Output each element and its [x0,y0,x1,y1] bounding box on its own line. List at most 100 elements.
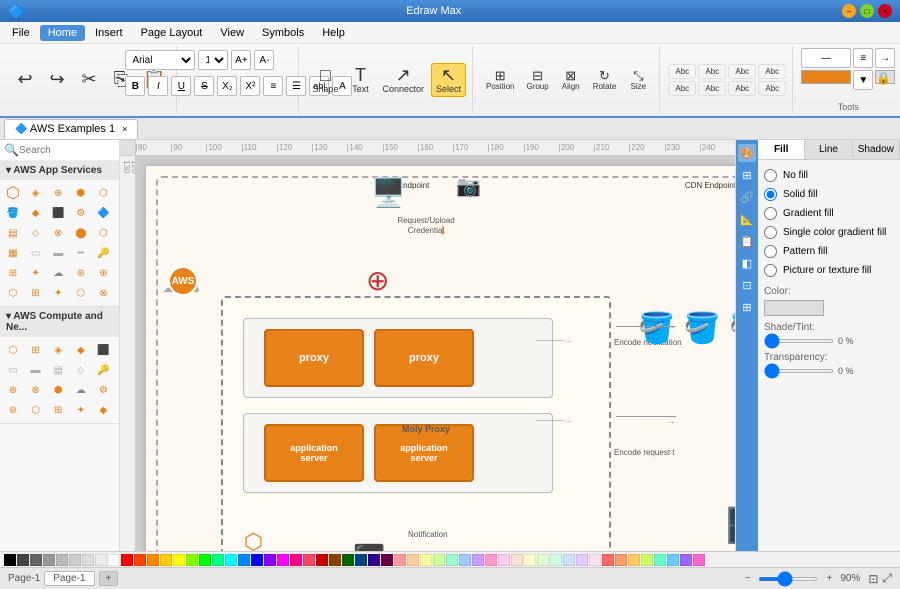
position-button[interactable]: ⊞ Position [481,66,519,94]
panel-icon-6[interactable]: ◧ [738,254,756,272]
shape-item[interactable]: ⬡ [94,224,112,242]
color-cell[interactable] [303,554,315,566]
option-solid-fill[interactable]: Solid fill [764,185,894,204]
shape-item[interactable]: ☁ [72,381,90,399]
shape-item[interactable]: ◈ [49,341,67,359]
font-select[interactable]: Arial [125,50,195,70]
full-screen-btn[interactable]: ⤢ [882,571,892,586]
fit-page-btn[interactable]: ⊡ [868,572,878,586]
shape-item[interactable]: ⬦ [27,224,45,242]
menu-file[interactable]: File [4,25,38,41]
color-cell[interactable] [589,554,601,566]
option-gradient-fill[interactable]: Gradient fill [764,204,894,223]
shape-item[interactable]: ⬦ [72,361,90,379]
shape-item[interactable]: ⬛ [94,341,112,359]
shape-item[interactable]: ⊕ [94,264,112,282]
color-cell[interactable] [524,554,536,566]
panel-icon-8[interactable]: ⊞ [738,298,756,316]
shape-item[interactable]: ◆ [72,341,90,359]
color-cell[interactable] [17,554,29,566]
color-cell[interactable] [290,554,302,566]
color-cell[interactable] [199,554,211,566]
color-cell[interactable] [186,554,198,566]
color-cell[interactable] [680,554,692,566]
style-abc-4[interactable]: Abc [758,64,786,79]
shape-item[interactable]: ⬡ [4,341,22,359]
panel-icon-7[interactable]: ⊡ [738,276,756,294]
panel-icon-5[interactable]: 📋 [738,232,756,250]
proxy-box-1[interactable]: proxy [264,329,364,387]
color-cell[interactable] [446,554,458,566]
cut-button[interactable]: ✂ [74,67,104,91]
strikethrough-button[interactable]: S [194,76,214,96]
panel-icon-4[interactable]: 📐 [738,210,756,228]
shape-item[interactable]: ◈ [27,184,45,202]
color-cell[interactable] [628,554,640,566]
color-cell[interactable] [381,554,393,566]
tab-shadow[interactable]: Shadow [853,140,900,159]
fill-color-btn[interactable]: ▼ [853,70,873,90]
shape-item[interactable]: ⊕ [4,381,22,399]
menu-symbols[interactable]: Symbols [254,25,312,41]
shape-item[interactable]: 🪣 [4,204,22,222]
shape-item[interactable]: ☁ [49,264,67,282]
panel-icon-3[interactable]: 🔗 [738,188,756,206]
underline-button[interactable]: U [171,76,191,96]
color-cell[interactable] [433,554,445,566]
zoom-out-btn[interactable]: − [741,573,755,584]
shape-item[interactable]: ✦ [49,284,67,302]
line-style-btn[interactable]: ― [801,48,851,68]
arrow-style-btn[interactable]: → [875,48,895,68]
color-cell[interactable] [602,554,614,566]
option-no-fill[interactable]: No fill [764,166,894,185]
fill-color-swatch[interactable] [801,70,851,84]
shape-item[interactable]: ⊛ [4,401,22,419]
lock-btn[interactable]: 🔒 [875,70,895,84]
menu-home[interactable]: Home [40,25,85,41]
fontsize-select[interactable]: 10 [198,50,228,70]
shape-item[interactable]: ━ [72,244,90,262]
color-cell[interactable] [329,554,341,566]
app-server-1[interactable]: application server [264,424,364,482]
color-cell[interactable] [472,554,484,566]
list-button[interactable]: ≡ [263,76,283,96]
shape-item[interactable]: ⚙ [94,381,112,399]
style-abc-1[interactable]: Abc [668,64,696,79]
shape-item[interactable]: ▬ [49,244,67,262]
color-cell[interactable] [277,554,289,566]
color-cell[interactable] [69,554,81,566]
color-cell[interactable] [134,554,146,566]
color-cell[interactable] [407,554,419,566]
color-cell[interactable] [537,554,549,566]
canvas-scroll[interactable]: AWS cloud contents API Endpoint 🖥️ 📷 Req… [136,156,735,551]
color-cell[interactable] [147,554,159,566]
color-cell[interactable] [667,554,679,566]
shape-item[interactable]: ⊗ [27,381,45,399]
color-cell[interactable] [121,554,133,566]
shape-item[interactable]: ⬛ [49,204,67,222]
color-cell[interactable] [4,554,16,566]
color-cell[interactable] [212,554,224,566]
option-single-color-gradient[interactable]: Single color gradient fill [764,223,894,242]
proxy-box-2[interactable]: proxy [374,329,474,387]
style-abc-2[interactable]: Abc [698,64,726,79]
shape-item[interactable]: ⊞ [49,401,67,419]
shape-item[interactable]: ⚙ [72,204,90,222]
shape-item[interactable]: ⊗ [49,224,67,242]
shape-item[interactable]: 🔑 [94,361,112,379]
shape-item[interactable]: ⊞ [27,284,45,302]
color-cell[interactable] [238,554,250,566]
style-abc-3[interactable]: Abc [728,64,756,79]
style-abc-7[interactable]: Abc [728,81,756,96]
sidebar-aws-compute[interactable]: ▾ AWS Compute and Ne... [0,307,119,337]
superscript-button[interactable]: X² [240,76,260,96]
color-swatch[interactable] [764,300,824,316]
shape-item[interactable]: ▤ [49,361,67,379]
tab-fill[interactable]: Fill [758,140,805,159]
shape-item[interactable]: ⬡ [94,184,112,202]
transparency-slider[interactable] [764,369,834,373]
color-cell[interactable] [394,554,406,566]
line-weight-btn[interactable]: ≡ [853,48,873,68]
color-cell[interactable] [82,554,94,566]
color-cell[interactable] [160,554,172,566]
